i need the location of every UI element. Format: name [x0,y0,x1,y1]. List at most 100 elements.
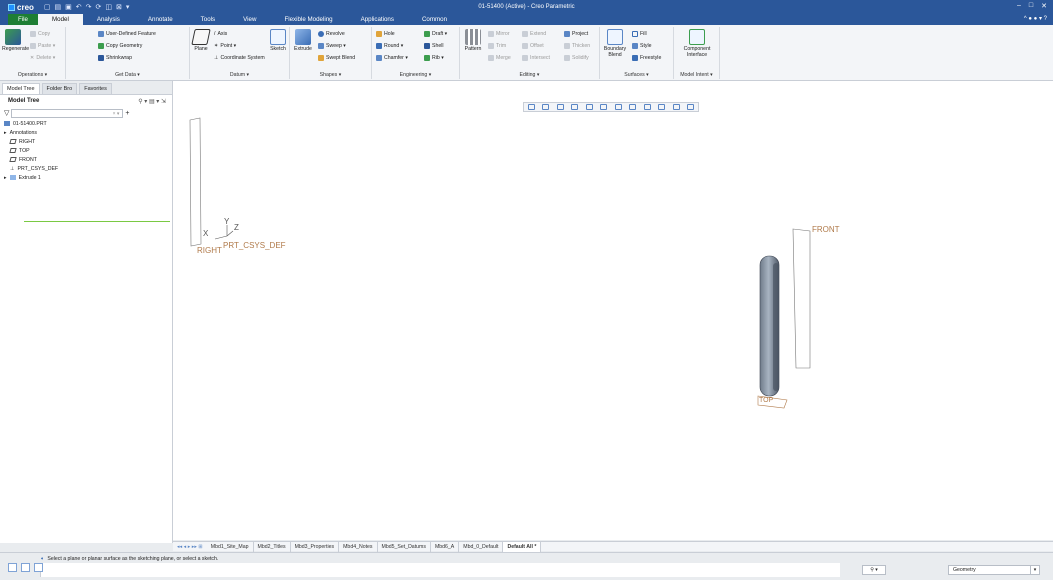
find-button[interactable]: ⚲ ▾ [862,565,886,575]
maximize-icon[interactable]: □ [1029,2,1033,10]
datum-label-front[interactable]: FRONT [812,225,840,234]
save-icon[interactable]: ▣ [65,3,72,11]
sweep-button[interactable]: Sweep ▾ [318,43,346,49]
copy-button[interactable]: Copy [30,31,50,37]
tab-applications[interactable]: Applications [347,14,408,25]
coordinate-system-button[interactable]: ⊥ Coordinate System [214,55,265,61]
sheet-tab-mbd5[interactable]: Mbd5_Set_Datums [378,541,431,552]
hole-button[interactable]: Hole [376,31,395,37]
style-button[interactable]: Style [632,43,652,49]
insert-indicator[interactable] [24,221,170,222]
sheet-tab-mbd3[interactable]: Mbd3_Properties [291,541,340,552]
redo-icon[interactable]: ↷ [86,3,92,11]
tree-item-front[interactable]: FRONT [0,155,172,164]
datum-plane-front[interactable] [792,228,811,369]
group-label-shapes[interactable]: Shapes ▾ [290,72,371,78]
sheet-tab-default-all[interactable]: Default All * [503,541,542,552]
project-button[interactable]: Project [564,31,588,37]
tab-favorites[interactable]: Favorites [79,83,112,94]
filter-icon[interactable]: ▽ [4,109,9,117]
regenerate-quick-icon[interactable]: ⟳ [96,3,102,11]
help-controls[interactable]: ^ ● ● ▾ ? [1024,15,1047,22]
browser-toggle-icon[interactable] [21,563,30,572]
group-label-engineering[interactable]: Engineering ▾ [372,72,459,78]
regenerate-button[interactable]: Regenerate [2,29,29,52]
close-icon[interactable]: ✕ [1041,2,1047,10]
swept-blend-button[interactable]: Swept Blend [318,55,355,61]
add-column-icon[interactable]: + [125,110,129,117]
datum-plane-right[interactable] [189,117,202,247]
draft-button[interactable]: Draft ▾ [424,31,447,37]
tab-flexible-modeling[interactable]: Flexible Modeling [270,14,346,25]
datum-label-right[interactable]: RIGHT [197,246,222,255]
round-button[interactable]: Round ▾ [376,43,403,49]
sheet-tab-mbd2[interactable]: Mbd2_Titles [254,541,291,552]
datum-label-top[interactable]: TOP [759,397,773,404]
tab-file[interactable]: File [8,14,38,25]
tab-model-tree[interactable]: Model Tree [2,83,40,94]
tree-item-annotations[interactable]: ▸ Annotations [0,128,172,137]
group-label-surfaces[interactable]: Surfaces ▾ [600,72,673,78]
chevron-down-icon[interactable]: ▾ [1030,566,1039,575]
freestyle-button[interactable]: Freestyle [632,55,661,61]
tab-folder-browser[interactable]: Folder Bro [41,83,78,94]
tree-item-right[interactable]: RIGHT [0,137,172,146]
tree-item-extrude[interactable]: ▸ Extrude 1 [0,173,172,182]
udf-button[interactable]: User-Defined Feature [98,31,156,37]
tab-common[interactable]: Common [408,14,461,25]
tree-item-part[interactable]: 01-51400.PRT [0,119,172,128]
tab-analysis[interactable]: Analysis [83,14,134,25]
selection-filter[interactable]: Geometry ▾ [948,565,1040,575]
full-screen-icon[interactable] [34,563,43,572]
group-label-editing[interactable]: Editing ▾ [460,72,599,78]
pattern-button[interactable]: Pattern [462,29,484,52]
new-file-icon[interactable]: ▢ [44,3,51,11]
tree-search-input[interactable]: × ▾ [11,108,124,118]
extrude-body[interactable] [759,255,780,397]
paste-button[interactable]: Paste ▾ [30,43,55,49]
offset-button[interactable]: Offset [522,43,544,49]
minimize-icon[interactable]: – [1017,2,1021,10]
shell-button[interactable]: Shell [424,43,444,49]
csys-label[interactable]: PRT_CSYS_DEF [223,241,286,250]
group-label-datum[interactable]: Datum ▾ [190,72,289,78]
navigator-toggle-icon[interactable] [8,563,17,572]
close-window-icon[interactable]: ⊠ [116,3,122,11]
shrinkwrap-button[interactable]: Shrinkwrap [98,55,132,61]
tree-item-top[interactable]: TOP [0,146,172,155]
solidify-button[interactable]: Solidify [564,55,589,61]
tab-tools[interactable]: Tools [187,14,229,25]
open-icon[interactable]: ▤ [55,3,62,11]
merge-button[interactable]: Merge [488,55,511,61]
copy-geometry-button[interactable]: Copy Geometry [98,43,142,49]
mirror-button[interactable]: Mirror [488,31,510,37]
expand-icon[interactable]: ▸ [4,130,7,136]
tab-model[interactable]: Model [37,14,83,25]
sheet-tab-mbd1[interactable]: Mbd1_Site_Map [207,541,254,552]
extend-button[interactable]: Extend [522,31,546,37]
sheet-tab-mbd4[interactable]: Mbd4_Notes [339,541,378,552]
group-label-operations[interactable]: Operations ▾ [0,72,65,78]
trim-button[interactable]: Trim [488,43,506,49]
tree-item-csys[interactable]: ⊥ PRT_CSYS_DEF [0,164,172,173]
coordinate-system[interactable] [214,225,234,240]
boundary-blend-button[interactable]: Boundary Blend [602,29,628,58]
expand-icon[interactable]: ▸ [4,175,7,181]
revolve-button[interactable]: Revolve [318,31,345,37]
group-label-model-intent[interactable]: Model Intent ▾ [674,72,719,78]
group-label-get-data[interactable]: Get Data ▾ [66,72,189,78]
sketch-button[interactable]: Sketch [268,29,288,52]
point-button[interactable]: ✶ Point ▾ [214,43,236,49]
rib-button[interactable]: Rib ▾ [424,55,444,61]
sheet-tab-mbd6[interactable]: Mbd6_A [431,541,460,552]
thicken-button[interactable]: Thicken [564,43,590,49]
plane-button[interactable]: Plane [191,29,211,52]
sheet-tab-mbd0[interactable]: Mbd_0_Default [459,541,504,552]
tab-view[interactable]: View [229,14,270,25]
axis-button[interactable]: / Axis [214,31,227,37]
delete-button[interactable]: ✕ Delete ▾ [30,55,55,61]
tab-annotate[interactable]: Annotate [134,14,187,25]
fill-button[interactable]: Fill [632,31,647,37]
intersect-button[interactable]: Intersect [522,55,550,61]
customize-qa-icon[interactable]: ▾ [126,3,130,11]
